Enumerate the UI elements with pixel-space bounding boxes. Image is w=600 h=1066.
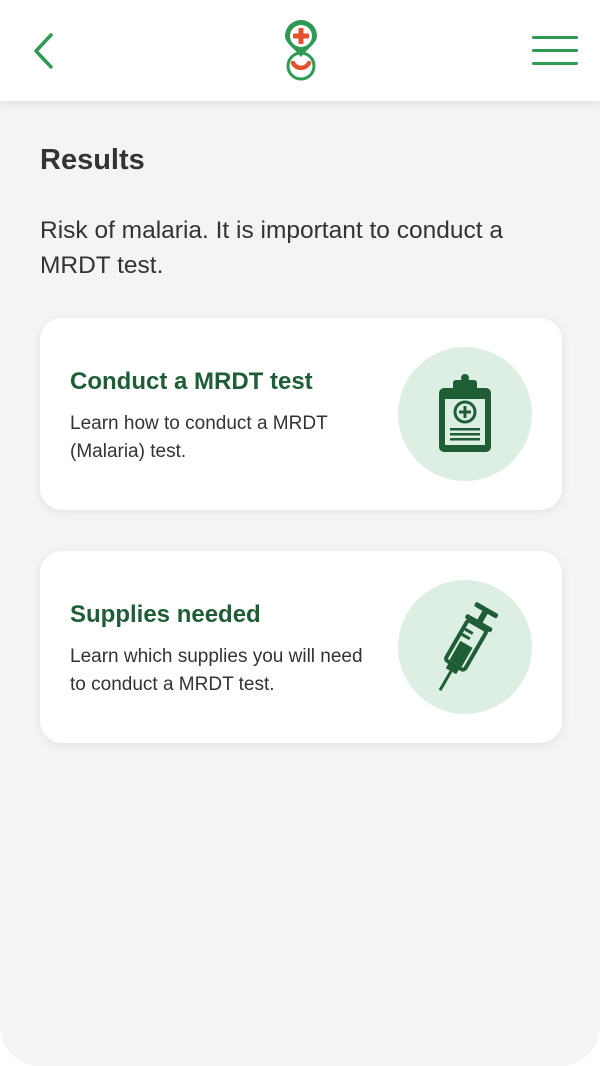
card-supplies-needed[interactable]: Supplies needed Learn which supplies you… — [40, 551, 562, 743]
app-screen: Results Risk of malaria. It is important… — [0, 0, 600, 1066]
clipboard-medical-icon — [439, 374, 491, 452]
top-app-bar — [0, 0, 600, 101]
hamburger-menu-icon-line — [532, 49, 578, 52]
chevron-left-icon — [34, 33, 53, 69]
card-description: Learn how to conduct a MRDT (Malaria) te… — [70, 413, 328, 462]
app-logo — [281, 20, 321, 82]
hamburger-menu-icon-line — [532, 62, 578, 65]
results-description: Risk of malaria. It is important to cond… — [40, 217, 503, 279]
card-conduct-mrdt-test[interactable]: Conduct a MRDT test Learn how to conduct… — [40, 318, 562, 510]
card-icon-circle — [398, 347, 532, 481]
health-location-logo — [285, 20, 317, 81]
card-icon-circle — [398, 580, 532, 714]
card-title: Supplies needed — [70, 601, 261, 628]
hamburger-menu-icon — [532, 36, 578, 39]
syringe-icon — [438, 602, 499, 692]
card-description: Learn which supplies you will need to co… — [70, 646, 363, 695]
back-button[interactable] — [26, 28, 66, 74]
card-title: Conduct a MRDT test — [70, 368, 313, 395]
page-title: Results — [40, 144, 145, 176]
menu-button[interactable] — [532, 35, 580, 67]
